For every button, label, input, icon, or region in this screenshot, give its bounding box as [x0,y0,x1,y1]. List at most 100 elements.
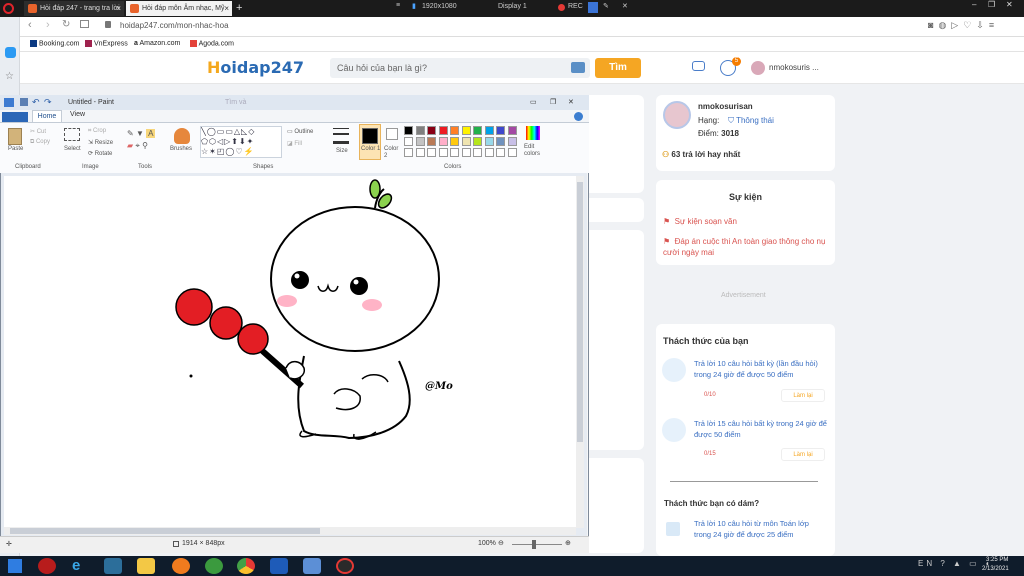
paint-app-icon[interactable] [4,98,14,107]
site-logo[interactable]: Hoidap247 [207,58,304,77]
color2-button[interactable] [386,128,398,140]
redo-icon[interactable]: ↷ [44,95,52,110]
cut-button[interactable]: ✂ Cut [30,128,46,135]
search-input[interactable]: Câu hỏi của bạn là gì? [330,58,590,78]
text-icon[interactable]: A [146,129,156,138]
firefox-taskbar-icon[interactable] [172,558,190,574]
horizontal-scrollbar[interactable] [4,527,576,535]
color-swatch[interactable] [507,148,517,157]
forward-icon[interactable]: › [46,19,50,31]
magnifier-icon[interactable]: ⚲ [142,141,148,150]
opera-logo[interactable] [3,3,14,14]
tab-view[interactable]: View [70,111,85,118]
ie-taskbar-icon[interactable]: e [72,558,90,574]
picker-icon[interactable]: ⌖ [135,141,140,150]
clock-time[interactable]: 3:25 PM [986,557,1008,563]
close-icon[interactable]: ✕ [1006,0,1013,9]
color-swatch[interactable] [415,126,425,135]
size-button[interactable]: Size [336,148,348,154]
color-swatch[interactable] [507,126,517,135]
paste-button[interactable]: Paste [8,146,23,152]
bookmark-amazon[interactable]: a Amazon.com [134,40,180,47]
tab-hoidap-home[interactable]: Hỏi đáp 247 - trang tra lời × [24,1,124,16]
camera-icon[interactable] [571,62,585,73]
tab-hoidap-music[interactable]: Hỏi đáp môn Âm nhạc, Mỹ × [126,1,232,16]
shapes-gallery[interactable]: ╲◯▭▭△◺◇ ⬠⬡◁▷⬆⬇✦ ☆✶◰◯♡⚡ [200,126,282,158]
recorder-taskbar-icon[interactable] [336,558,354,574]
edit-colors-icon[interactable] [526,126,540,140]
chat-icon[interactable] [692,61,705,71]
size-icon[interactable] [333,128,349,144]
color-swatch[interactable] [427,137,436,146]
display-select[interactable]: Display 1 [498,3,527,10]
color-swatch[interactable] [496,126,505,135]
close-icon[interactable]: ✕ [622,2,628,10]
fill-button[interactable]: ◪ Fill [287,140,302,147]
pen-icon[interactable]: ✎ [603,2,609,10]
color-swatch[interactable] [484,137,494,146]
close-icon[interactable]: × [116,1,121,16]
color-swatch[interactable] [427,148,436,157]
color-swatch[interactable] [404,126,413,135]
bookmark-booking[interactable]: Booking.com [30,40,79,47]
chrome-taskbar-icon[interactable] [237,558,255,574]
color-swatch[interactable] [461,126,471,135]
drawing-canvas[interactable]: @Mo [4,176,576,528]
camera-icon[interactable]: ◙ [928,20,938,30]
select-icon[interactable] [64,128,80,141]
reload-icon[interactable]: ↻ [62,19,70,30]
vertical-scrollbar[interactable] [576,176,584,528]
color-swatch[interactable] [507,137,517,146]
star-icon[interactable]: ☆ [5,71,14,82]
challenge-item-1[interactable]: Trả lời 10 câu hỏi bất kỳ (lần đầu hỏi) … [694,358,828,380]
challenge-action-2[interactable]: Làm lại [781,448,825,461]
paint-taskbar-icon[interactable] [303,558,321,574]
brushes-icon[interactable] [174,128,190,144]
rec-label[interactable]: REC [568,3,583,10]
profile-name[interactable]: nmokosurisan [698,102,753,111]
challenge-item-2[interactable]: Trả lời 15 câu hỏi bất kỳ trong 24 giờ đ… [694,418,828,440]
color-swatch[interactable] [427,126,436,135]
restore-icon[interactable]: ❐ [988,0,995,9]
dare-item[interactable]: Trả lời 10 câu hỏi từ môn Toán lớp trong… [694,518,824,540]
color-swatch[interactable] [404,137,413,146]
opera-taskbar-icon[interactable] [38,558,56,574]
username[interactable]: nmokosuris ... [769,63,819,72]
color-palette[interactable] [404,126,520,160]
color-swatch[interactable] [450,148,459,157]
search-button[interactable]: Tìm [595,58,641,78]
profile-avatar[interactable] [663,101,691,129]
word-taskbar-icon[interactable] [270,558,288,574]
color-swatch[interactable] [473,126,482,135]
color-swatch[interactable] [438,137,448,146]
undo-icon[interactable]: ↶ [32,95,40,110]
avatar[interactable] [751,61,765,75]
clock-date[interactable]: 2/13/2021 [982,566,1009,572]
eraser-icon[interactable]: ▰ [127,141,133,150]
event-item-1[interactable]: ⚑ Sự kiện soạn văn [663,217,828,226]
play-icon[interactable]: ▷ [951,20,963,30]
download-icon[interactable]: ⇩ [976,20,989,30]
close-icon[interactable]: × [224,1,229,16]
minimize-icon[interactable]: – [972,0,976,9]
paste-icon[interactable] [8,128,22,145]
url-field[interactable]: hoidap247.com/mon-nhac-hoa [120,21,229,30]
color-swatch[interactable] [473,137,482,146]
color-swatch[interactable] [461,148,471,157]
color-swatch[interactable] [404,148,413,157]
help-icon[interactable] [574,112,583,121]
color-swatch[interactable] [484,148,494,157]
brushes-button[interactable]: Brushes [170,146,192,152]
zoom-out-icon[interactable]: ⊖ [498,539,504,547]
home-icon[interactable] [80,20,89,28]
color-swatch[interactable] [438,148,448,157]
fill-icon[interactable]: ▼ [136,129,144,138]
restore-icon[interactable]: ❐ [550,95,556,110]
media-taskbar-icon[interactable] [104,558,122,574]
color-swatch[interactable] [438,126,448,135]
new-tab-icon[interactable]: + [236,2,242,14]
color-swatch[interactable] [496,148,505,157]
zoom-slider[interactable] [512,544,562,545]
bookmark-agoda[interactable]: Agoda.com [190,40,234,47]
edit-colors-button[interactable]: Edit colors [524,144,544,158]
